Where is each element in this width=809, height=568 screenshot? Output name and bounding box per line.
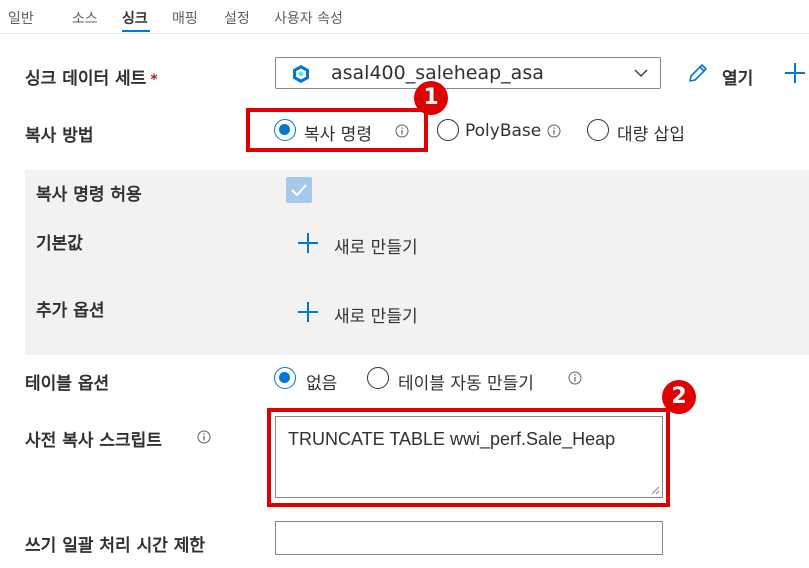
- sink-dataset-select[interactable]: asal400_saleheap_asa: [275, 57, 661, 89]
- copy-method-label: 복사 방법: [25, 126, 94, 146]
- highlight-box-1: [246, 108, 428, 152]
- checkmark-icon: [291, 184, 307, 197]
- tab-mapping[interactable]: 매핑: [172, 8, 198, 28]
- active-tab-indicator: [122, 30, 150, 32]
- table-none-option-label: 없음: [306, 374, 338, 394]
- radio-polybase[interactable]: [437, 119, 459, 141]
- defaults-label: 기본값: [36, 234, 83, 254]
- plus-icon[interactable]: [297, 301, 319, 323]
- write-batch-timeout-label: 쓰기 일괄 처리 시간 제한: [25, 536, 206, 556]
- chevron-down-icon: [634, 69, 648, 77]
- edit-pencil-icon[interactable]: [686, 61, 710, 85]
- auto-create-table-option-label: 테이블 자동 만들기: [398, 374, 534, 394]
- required-mark: *: [150, 72, 158, 88]
- allow-copy-command-label: 복사 명령 허용: [36, 185, 142, 205]
- annotation-badge-1: 1: [414, 81, 448, 115]
- allow-copy-command-checkbox[interactable]: [286, 177, 312, 203]
- sink-dataset-label-text: 싱크 데이터 세트: [25, 69, 147, 89]
- tab-sink[interactable]: 싱크: [122, 8, 148, 28]
- table-option-label: 테이블 옵션: [25, 374, 110, 394]
- copy-command-panel: [25, 170, 809, 355]
- add-icon[interactable]: [784, 62, 806, 84]
- radio-bulk-insert[interactable]: [587, 119, 609, 141]
- dataset-icon: [293, 65, 309, 83]
- defaults-new-button[interactable]: 새로 만들기: [334, 233, 418, 258]
- info-icon[interactable]: [547, 124, 561, 138]
- annotation-badge-2: 2: [662, 380, 696, 414]
- additional-options-new-button[interactable]: 새로 만들기: [334, 302, 418, 327]
- tab-source[interactable]: 소스: [72, 8, 98, 28]
- sink-dataset-label: 싱크 데이터 세트 *: [25, 64, 158, 89]
- additional-options-label: 추가 옵션: [36, 301, 105, 321]
- info-icon[interactable]: [197, 430, 211, 444]
- highlight-box-2: [267, 408, 670, 507]
- info-icon[interactable]: [568, 371, 582, 385]
- plus-icon[interactable]: [297, 232, 319, 254]
- tab-settings[interactable]: 설정: [224, 8, 250, 28]
- open-dataset-button[interactable]: 열기: [722, 64, 753, 89]
- bulk-insert-option-label: 대량 삽입: [617, 125, 685, 145]
- radio-table-none[interactable]: [274, 367, 296, 389]
- sink-dataset-value: asal400_saleheap_asa: [331, 62, 544, 84]
- tab-general[interactable]: 일반: [8, 8, 34, 28]
- tab-user-properties[interactable]: 사용자 속성: [274, 8, 343, 28]
- radio-auto-create-table[interactable]: [367, 367, 389, 389]
- pre-copy-script-label: 사전 복사 스크립트: [25, 431, 162, 451]
- polybase-option-label: PolyBase: [465, 121, 542, 141]
- write-batch-timeout-input[interactable]: [275, 521, 663, 555]
- tab-divider: [0, 33, 809, 34]
